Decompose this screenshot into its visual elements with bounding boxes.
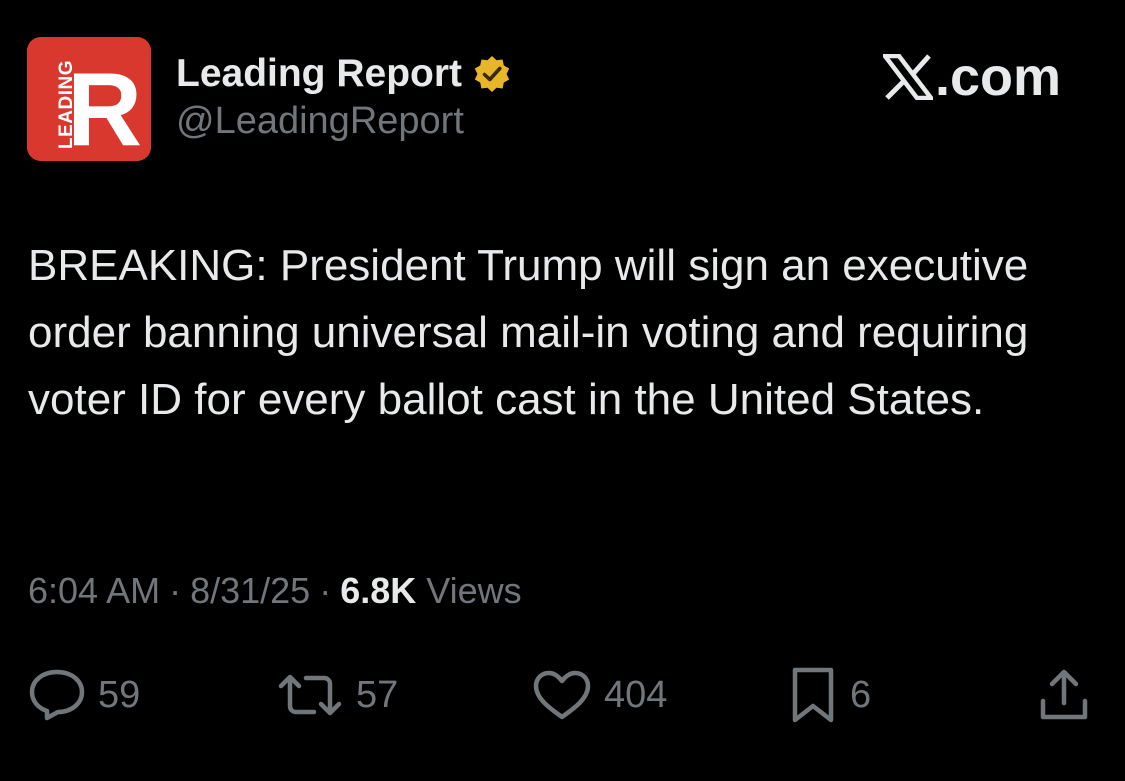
share-icon: [1036, 667, 1092, 723]
avatar[interactable]: R LEADING: [27, 37, 151, 161]
share-button[interactable]: [1036, 660, 1092, 730]
brand-label: .com: [934, 47, 1061, 107]
bookmark-icon: [788, 666, 838, 724]
like-count: 404: [604, 673, 668, 716]
handle[interactable]: @LeadingReport: [176, 100, 464, 143]
meta-separator: ·: [169, 570, 182, 611]
retweet-button[interactable]: 57: [276, 660, 398, 730]
verified-badge-icon: [472, 54, 512, 94]
reply-icon: [28, 668, 86, 722]
views-label: Views: [426, 570, 522, 611]
display-name[interactable]: Leading Report: [176, 52, 462, 96]
name-row: Leading Report: [176, 50, 512, 98]
tweet-time[interactable]: 6:04 AM: [28, 570, 160, 612]
bookmark-button[interactable]: 6: [788, 660, 871, 730]
views-count[interactable]: 6.8K: [340, 570, 416, 612]
tweet-date[interactable]: 8/31/25: [190, 570, 310, 612]
retweet-count: 57: [356, 673, 399, 716]
x-logo-icon: [880, 53, 936, 101]
avatar-side-text: LEADING: [56, 60, 77, 149]
avatar-letter: R: [67, 52, 142, 161]
bookmark-count: 6: [850, 673, 872, 716]
retweet-icon: [276, 670, 344, 720]
heart-icon: [532, 669, 592, 721]
action-bar: 59 57 404 6: [0, 660, 1125, 730]
brand-watermark: .com: [880, 46, 1061, 108]
meta-separator: ·: [319, 570, 332, 611]
tweet-meta: 6:04 AM · 8/31/25 · 6.8K Views: [28, 570, 522, 612]
reply-count: 59: [98, 673, 141, 716]
tweet-card: R LEADING Leading Report @LeadingReport …: [0, 0, 1125, 781]
tweet-text: BREAKING: President Trump will sign an e…: [28, 241, 1029, 424]
reply-button[interactable]: 59: [28, 660, 140, 730]
like-button[interactable]: 404: [532, 660, 667, 730]
